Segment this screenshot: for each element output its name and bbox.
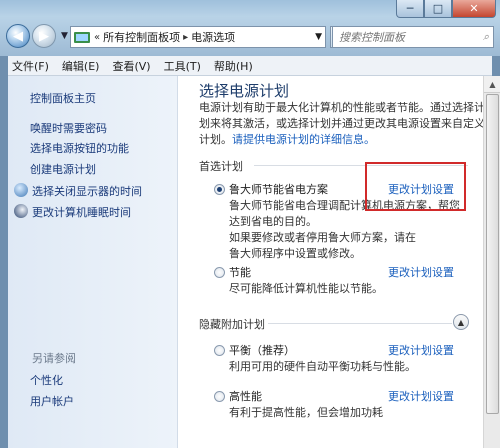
hidden-divider bbox=[268, 323, 452, 324]
description-line-2: 划来将其激活，或选择计划并通过更改其电源设置来自定义 bbox=[199, 117, 485, 130]
plan-ludashi-radio[interactable] bbox=[214, 184, 225, 195]
nav-buttons: ◀ ▶ ▼ bbox=[6, 24, 71, 48]
plan-power-saver-change-settings[interactable]: 更改计划设置 bbox=[388, 264, 454, 280]
minimize-button[interactable]: ─ bbox=[396, 0, 424, 18]
menu-view[interactable]: 查看(V) bbox=[112, 58, 150, 74]
forward-button[interactable]: ▶ bbox=[32, 24, 56, 48]
page-title: 选择电源计划 bbox=[199, 82, 290, 100]
see-also-user-accounts[interactable]: 用户帐户 bbox=[30, 393, 74, 409]
preferred-plans-header: 首选计划 bbox=[199, 160, 243, 173]
plan-power-saver-radio[interactable] bbox=[214, 267, 225, 278]
scroll-up-icon[interactable]: ▲ bbox=[484, 76, 500, 93]
description-line-1: 电源计划有助于最大化计算机的性能或者节能。通过选择计 bbox=[199, 101, 485, 114]
recent-pages-dropdown-icon[interactable]: ▼ bbox=[61, 31, 68, 41]
menu-tools[interactable]: 工具(T) bbox=[164, 58, 201, 74]
sidebar-item-require-password[interactable]: 唤醒时需要密码 bbox=[30, 120, 107, 136]
plan-ludashi-desc-4: 鲁大师程序中设置或修改。 bbox=[229, 247, 361, 260]
breadcrumb-separator-icon: « bbox=[94, 31, 101, 43]
menu-help[interactable]: 帮助(H) bbox=[214, 58, 253, 74]
description-line-3-text: 计划。 bbox=[199, 133, 232, 146]
menu-bar: 文件(F) 编辑(E) 查看(V) 工具(T) 帮助(H) bbox=[8, 56, 492, 76]
plan-ludashi-desc-2: 达到省电的目的。 bbox=[229, 215, 317, 228]
vertical-scrollbar[interactable]: ▲ bbox=[483, 76, 500, 448]
annotation-highlight-box bbox=[365, 162, 466, 211]
sleep-moon-icon bbox=[14, 204, 28, 218]
plan-power-saver-name[interactable]: 节能 bbox=[229, 264, 251, 280]
search-input[interactable] bbox=[339, 30, 469, 44]
back-button[interactable]: ◀ bbox=[6, 24, 30, 48]
monitor-icon bbox=[14, 183, 28, 197]
plan-high-performance-desc: 有利于提高性能，但会增加功耗 bbox=[229, 406, 383, 419]
hidden-plans-header: 隐藏附加计划 bbox=[199, 318, 265, 331]
plan-details-link[interactable]: 请提供电源计划的详细信息。 bbox=[232, 133, 375, 146]
sidebar-item-sleep-time[interactable]: 更改计算机睡眠时间 bbox=[32, 204, 131, 220]
left-nav-pane: 控制面板主页 唤醒时需要密码 选择电源按钮的功能 创建电源计划 选择关闭显示器的… bbox=[8, 76, 178, 448]
maximize-button[interactable]: □ bbox=[424, 0, 452, 18]
sidebar-item-display-off[interactable]: 选择关闭显示器的时间 bbox=[32, 183, 142, 199]
address-dropdown-icon[interactable]: ▼ bbox=[315, 32, 322, 42]
plan-balanced-desc: 利用可用的硬件自动平衡功耗与性能。 bbox=[229, 360, 416, 373]
close-button[interactable]: ✕ bbox=[452, 0, 496, 18]
description-line-3: 计划。请提供电源计划的详细信息。 bbox=[199, 132, 375, 148]
sidebar-control-panel-home[interactable]: 控制面板主页 bbox=[30, 90, 96, 106]
control-panel-icon bbox=[74, 32, 90, 43]
plan-balanced-radio[interactable] bbox=[214, 345, 225, 356]
search-box[interactable]: ⌕ bbox=[332, 26, 494, 48]
plan-high-performance-change-settings[interactable]: 更改计划设置 bbox=[388, 388, 454, 404]
sidebar-item-power-button[interactable]: 选择电源按钮的功能 bbox=[30, 140, 129, 156]
breadcrumb-all-control-panel[interactable]: 所有控制面板项 bbox=[103, 29, 180, 45]
search-icon[interactable]: ⌕ bbox=[483, 30, 489, 44]
see-also-personalization[interactable]: 个性化 bbox=[30, 372, 63, 388]
plan-high-performance-radio[interactable] bbox=[214, 391, 225, 402]
breadcrumb-separator: ▸ bbox=[183, 31, 189, 43]
menu-file[interactable]: 文件(F) bbox=[12, 58, 49, 74]
menu-edit[interactable]: 编辑(E) bbox=[62, 58, 100, 74]
scrollbar-thumb[interactable] bbox=[486, 94, 499, 414]
address-bar[interactable]: « 所有控制面板项 ▸ 电源选项 ▼ bbox=[70, 26, 326, 48]
plan-ludashi-desc-3: 如果要修改或者停用鲁大师方案，请在 bbox=[229, 231, 416, 244]
plan-power-saver-desc: 尽可能降低计算机性能以节能。 bbox=[229, 282, 383, 295]
plan-high-performance-name[interactable]: 高性能 bbox=[229, 388, 262, 404]
breadcrumb-power-options[interactable]: 电源选项 bbox=[191, 29, 235, 45]
see-also-heading: 另请参阅 bbox=[32, 352, 76, 365]
collapse-hidden-plans-button[interactable]: ▲ bbox=[453, 314, 469, 330]
window-controls: ─ □ ✕ bbox=[396, 0, 496, 18]
sidebar-item-create-plan[interactable]: 创建电源计划 bbox=[30, 161, 96, 177]
plan-balanced-change-settings[interactable]: 更改计划设置 bbox=[388, 342, 454, 358]
plan-balanced-name[interactable]: 平衡（推荐） bbox=[229, 342, 295, 358]
plan-ludashi-name[interactable]: 鲁大师节能省电方案 bbox=[229, 181, 328, 197]
